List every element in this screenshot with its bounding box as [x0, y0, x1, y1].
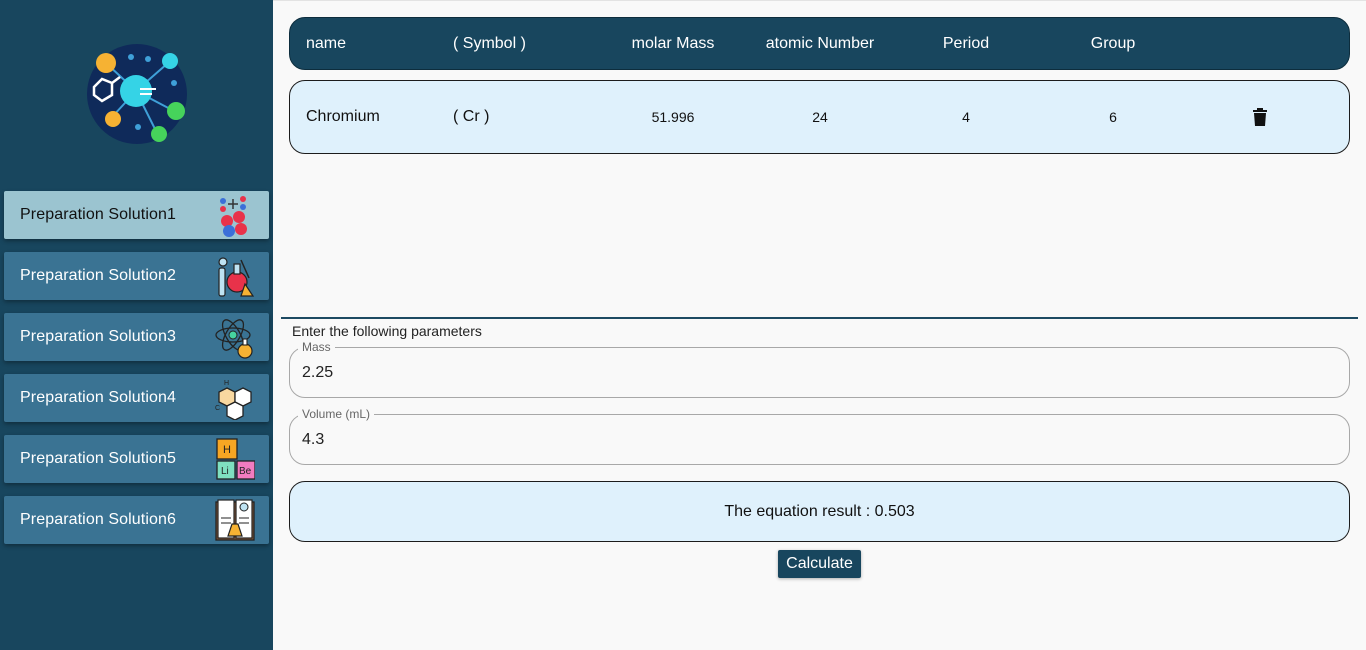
svg-text:H: H: [223, 444, 231, 456]
molecules-icon: [220, 196, 247, 237]
section-divider: [281, 317, 1358, 319]
nav-preparation-solution-5[interactable]: Preparation Solution5 H Li Be: [4, 435, 269, 483]
table-row: Chromium ( Cr ) 51.996 24 4 6: [289, 80, 1350, 154]
delete-row-button[interactable]: [1248, 81, 1272, 153]
atom-molecule-logo-icon: [87, 44, 187, 144]
lab-equipment-icon: [218, 257, 255, 297]
svg-text:H: H: [224, 380, 229, 387]
form-instruction: Enter the following parameters: [292, 323, 482, 339]
atom-flask-icon: [215, 319, 253, 359]
header-period: Period: [942, 34, 990, 52]
top-divider: [273, 0, 1366, 1]
benzene-ring-icon: H C: [215, 380, 252, 420]
mass-field[interactable]: Mass 2.25: [289, 340, 1350, 398]
nav-preparation-solution-3[interactable]: Preparation Solution3: [4, 313, 269, 361]
nav-label: Preparation Solution6: [20, 511, 176, 528]
svg-text:Li: Li: [221, 466, 229, 477]
equation-result: The equation result : 0.503: [289, 481, 1350, 542]
cell-name: Chromium: [306, 108, 380, 125]
nav-label: Preparation Solution1: [20, 206, 176, 223]
trash-icon: [1253, 108, 1267, 126]
svg-text:C: C: [215, 405, 220, 412]
header-molar-mass: molar Mass: [631, 34, 715, 52]
header-group: Group: [1090, 34, 1136, 52]
nav-label: Preparation Solution5: [20, 450, 176, 467]
cell-molar-mass: 51.996: [651, 109, 695, 125]
cell-symbol: ( Cr ): [453, 108, 490, 125]
nav-preparation-solution-4[interactable]: Preparation Solution4 H C: [4, 374, 269, 422]
header-symbol: ( Symbol ): [453, 34, 526, 52]
chemistry-book-icon: [215, 499, 255, 541]
nav-label: Preparation Solution3: [20, 328, 176, 345]
periodic-elements-icon: H Li Be: [216, 438, 255, 480]
main-content: name ( Symbol ) molar Mass atomic Number…: [273, 0, 1366, 650]
nav-label: Preparation Solution2: [20, 267, 176, 284]
mass-input[interactable]: 2.25: [302, 348, 333, 397]
header-name: name: [306, 34, 347, 52]
nav-preparation-solution-1[interactable]: Preparation Solution1: [4, 191, 269, 239]
nav-preparation-solution-2[interactable]: Preparation Solution2: [4, 252, 269, 300]
volume-input[interactable]: 4.3: [302, 415, 324, 464]
svg-text:Be: Be: [239, 466, 252, 477]
cell-period: 4: [962, 109, 970, 125]
cell-atomic-number: 24: [812, 109, 828, 125]
cell-group: 6: [1109, 109, 1117, 125]
sidebar: Preparation Solution1 Preparation Soluti…: [0, 0, 273, 650]
nav-preparation-solution-6[interactable]: Preparation Solution6: [4, 496, 269, 544]
header-atomic-number: atomic Number: [765, 34, 875, 52]
table-header-row: name ( Symbol ) molar Mass atomic Number…: [289, 17, 1350, 70]
nav-label: Preparation Solution4: [20, 389, 176, 406]
calculate-button[interactable]: Calculate: [778, 550, 861, 578]
volume-field[interactable]: Volume (mL) 4.3: [289, 407, 1350, 465]
